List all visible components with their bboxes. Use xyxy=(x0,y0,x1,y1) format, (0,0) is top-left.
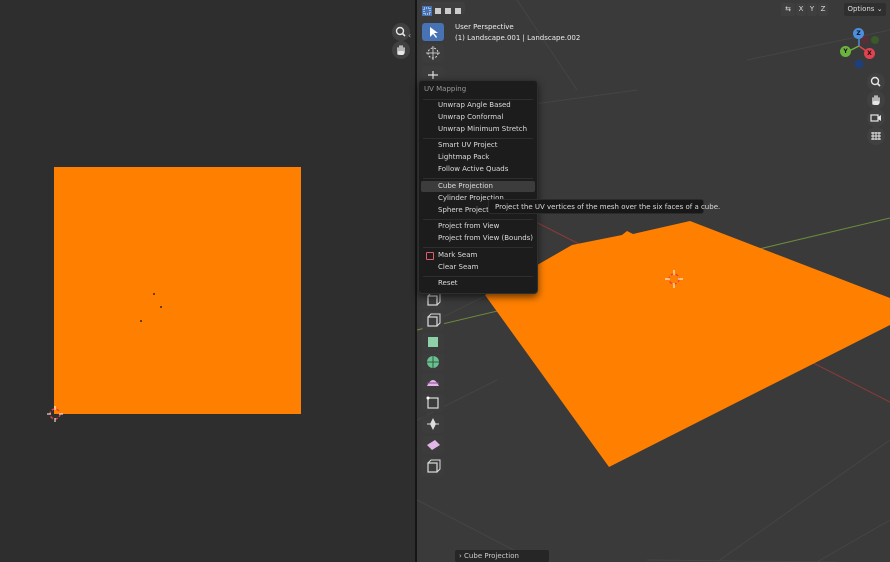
bevel-tool[interactable] xyxy=(422,353,444,371)
menu-item-reset[interactable]: Reset xyxy=(421,278,535,289)
poly-build-tool[interactable] xyxy=(422,415,444,433)
spin-tool[interactable] xyxy=(422,436,444,454)
menu-item-clear-seam[interactable]: Clear Seam xyxy=(421,262,535,273)
hand-icon[interactable] xyxy=(392,41,410,59)
axis-z-toggle[interactable]: Z xyxy=(818,3,828,16)
loop-cut-tool[interactable] xyxy=(422,373,444,391)
menu-item-cube-projection[interactable]: Cube Projection xyxy=(421,181,535,192)
collapse-arrow-icon[interactable]: ‹ xyxy=(408,31,411,40)
grid-icon[interactable] xyxy=(867,127,885,145)
menu-item-mark-seam[interactable]: Mark Seam xyxy=(421,250,535,261)
uv-vertex-dot xyxy=(153,293,155,295)
last-operator-label: Cube Projection xyxy=(464,552,519,560)
mirror-icon[interactable]: ⇆ xyxy=(781,3,795,16)
hand-icon[interactable] xyxy=(867,91,885,109)
axis-y-toggle[interactable]: Y xyxy=(807,3,817,16)
uv-editor[interactable]: ‹ xyxy=(0,0,415,562)
menu-item-unwrap-angle-based[interactable]: Unwrap Angle Based xyxy=(421,100,535,111)
inset-tool[interactable] xyxy=(422,333,444,351)
uv-island[interactable] xyxy=(54,167,301,414)
menu-item-lightmap-pack[interactable]: Lightmap Pack xyxy=(421,152,535,163)
viewport-title: User Perspective xyxy=(455,23,514,31)
menu-item-project-from-view[interactable]: Project from View xyxy=(421,221,535,232)
chevron-right-icon: › xyxy=(459,552,462,560)
menu-item-unwrap-minimum-stretch[interactable]: Unwrap Minimum Stretch xyxy=(421,124,535,135)
select-box-tool[interactable] xyxy=(422,23,444,41)
menu-item-unwrap-conformal[interactable]: Unwrap Conformal xyxy=(421,112,535,123)
menu-item-smart-uv-project[interactable]: Smart UV Project xyxy=(421,140,535,151)
cube-tool-2[interactable] xyxy=(422,312,444,330)
object-info: (1) Landscape.001 | Landscape.002 xyxy=(455,34,581,42)
shear-tool[interactable] xyxy=(422,458,444,476)
uv-mapping-menu: UV Mapping Unwrap Angle Based Unwrap Con… xyxy=(418,80,538,294)
gizmo-z-axis[interactable]: Z xyxy=(853,28,864,39)
menu-item-follow-active-quads[interactable]: Follow Active Quads xyxy=(421,164,535,175)
menu-item-project-from-view-bounds[interactable]: Project from View (Bounds) xyxy=(421,233,535,244)
2d-cursor-icon[interactable] xyxy=(46,405,64,423)
chevron-down-icon: ⌄ xyxy=(876,5,883,13)
menu-title: UV Mapping xyxy=(424,85,467,93)
select-mode-buttons[interactable] xyxy=(421,2,465,16)
options-dropdown[interactable]: Options ⌄ xyxy=(844,3,886,16)
uv-vertex-dot xyxy=(160,306,162,308)
knife-tool[interactable] xyxy=(422,394,444,412)
options-label: Options xyxy=(847,5,875,13)
last-operator-panel[interactable]: › Cube Projection xyxy=(455,550,549,562)
move-tool[interactable] xyxy=(422,66,444,79)
zoom-icon[interactable] xyxy=(867,73,885,91)
uv-vertex-dot xyxy=(140,320,142,322)
cursor-tool[interactable] xyxy=(422,44,444,62)
camera-icon[interactable] xyxy=(867,109,885,127)
gizmo-y-axis[interactable]: Y xyxy=(840,46,851,57)
gizmo-x-axis[interactable]: X xyxy=(864,48,875,59)
tooltip: Project the UV vertices of the mesh over… xyxy=(488,199,720,214)
axis-x-toggle[interactable]: X xyxy=(796,3,806,16)
